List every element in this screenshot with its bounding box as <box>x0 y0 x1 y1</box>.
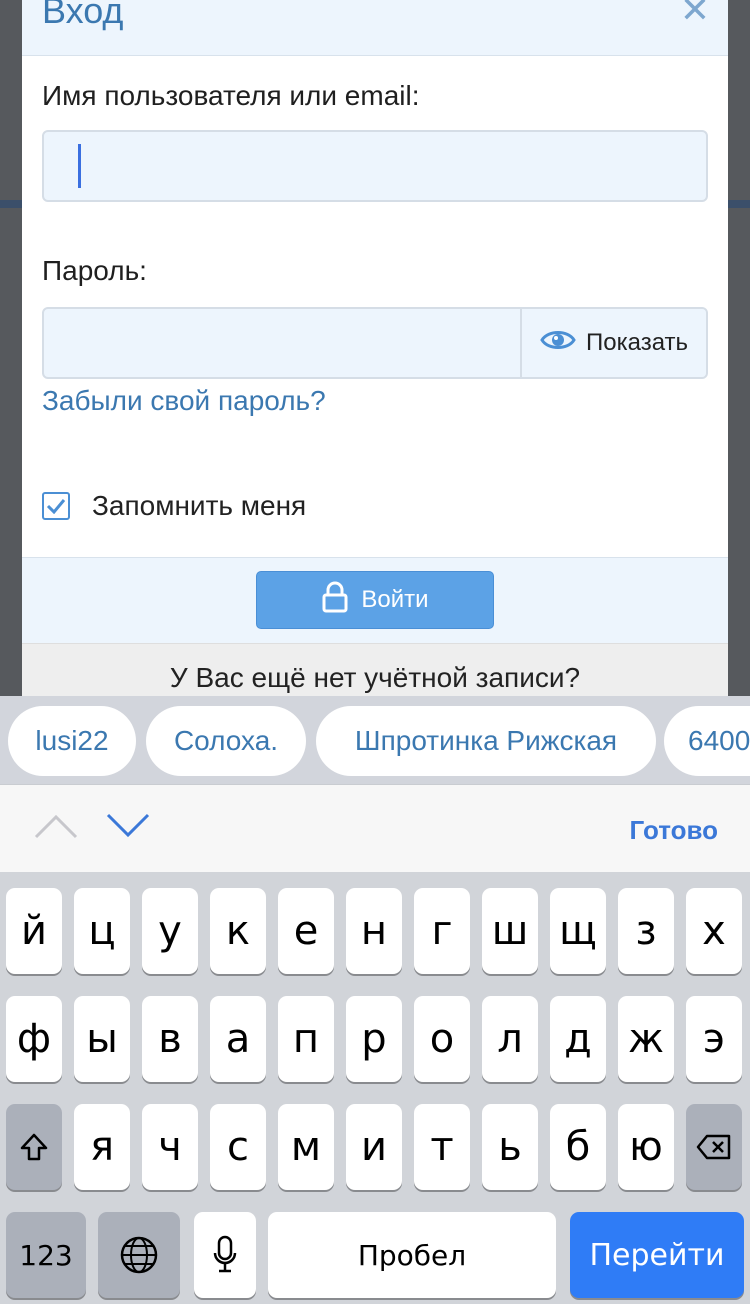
key[interactable]: у <box>142 888 198 974</box>
key[interactable]: ш <box>482 888 538 974</box>
dictation-key[interactable] <box>194 1212 256 1298</box>
checkmark-icon <box>46 499 66 514</box>
key[interactable]: л <box>482 996 538 1082</box>
remember-me-row: Запомнить меня <box>42 490 306 522</box>
chevron-down-icon[interactable] <box>106 811 150 846</box>
username-label: Имя пользователя или email: <box>42 80 420 111</box>
key[interactable]: ц <box>74 888 130 974</box>
ios-keyboard: й ц у к е н г ш щ з х ф ы в а п р о л д … <box>0 872 750 1304</box>
suggestion-chip[interactable]: Шпротинка Рижская <box>316 706 656 776</box>
key[interactable]: ф <box>6 996 62 1082</box>
register-prompt[interactable]: У Вас ещё нет учётной записи? <box>22 643 728 700</box>
key[interactable]: к <box>210 888 266 974</box>
key[interactable]: р <box>346 996 402 1082</box>
show-password-button[interactable]: Показать <box>520 309 706 377</box>
close-icon[interactable]: ✕ <box>680 0 710 30</box>
key[interactable]: п <box>278 996 334 1082</box>
key[interactable]: н <box>346 888 402 974</box>
suggestion-chip[interactable]: lusi22 <box>8 706 136 776</box>
key[interactable]: б <box>550 1104 606 1190</box>
key[interactable]: с <box>210 1104 266 1190</box>
globe-icon <box>120 1236 158 1274</box>
key[interactable]: г <box>414 888 470 974</box>
key[interactable]: и <box>346 1104 402 1190</box>
key[interactable]: я <box>74 1104 130 1190</box>
suggestion-chip[interactable]: 6400 <box>664 706 750 776</box>
key[interactable]: т <box>414 1104 470 1190</box>
show-password-label: Показать <box>585 329 689 356</box>
key[interactable]: м <box>278 1104 334 1190</box>
shift-icon <box>20 1133 48 1161</box>
globe-key[interactable] <box>98 1212 180 1298</box>
microphone-icon <box>213 1235 237 1273</box>
key[interactable]: й <box>6 888 62 974</box>
modal-header: Вход ✕ <box>22 0 728 56</box>
chevron-up-icon[interactable] <box>34 811 78 846</box>
lock-icon <box>321 581 349 620</box>
suggestion-chip[interactable]: Солоха. <box>146 706 306 776</box>
key[interactable]: ж <box>618 996 674 1082</box>
remember-me-checkbox[interactable] <box>42 492 70 520</box>
key[interactable]: а <box>210 996 266 1082</box>
key[interactable]: щ <box>550 888 606 974</box>
numbers-key[interactable]: 123 <box>6 1212 86 1298</box>
autofill-suggestion-bar: lusi22 Солоха. Шпротинка Рижская 6400 <box>0 696 750 784</box>
key[interactable]: ь <box>482 1104 538 1190</box>
remember-me-label: Запомнить меня <box>92 490 307 521</box>
backdrop-left-edge <box>0 0 22 700</box>
key[interactable]: в <box>142 996 198 1082</box>
username-input[interactable] <box>42 130 708 202</box>
key[interactable]: х <box>686 888 742 974</box>
key[interactable]: э <box>686 996 742 1082</box>
password-field-group: Показать <box>42 307 708 379</box>
key[interactable]: ю <box>618 1104 674 1190</box>
backspace-icon <box>696 1134 731 1160</box>
login-button[interactable]: Войти <box>256 571 494 629</box>
key[interactable]: ч <box>142 1104 198 1190</box>
done-button[interactable]: Готово <box>630 815 718 846</box>
password-label: Пароль: <box>42 255 147 286</box>
forgot-password-link[interactable]: Забыли свой пароль? <box>42 385 326 417</box>
eye-icon <box>540 328 576 359</box>
go-key[interactable]: Перейти <box>570 1212 744 1298</box>
modal-title: Вход <box>42 0 124 31</box>
space-key[interactable]: Пробел <box>268 1212 556 1298</box>
backspace-key[interactable] <box>686 1104 742 1190</box>
key[interactable]: ы <box>74 996 130 1082</box>
password-input[interactable] <box>44 309 522 377</box>
text-caret <box>78 144 81 188</box>
key[interactable]: з <box>618 888 674 974</box>
keyboard-accessory-bar: Готово <box>0 784 750 872</box>
login-modal: Вход ✕ Имя пользователя или email: Парол… <box>22 0 728 700</box>
key[interactable]: д <box>550 996 606 1082</box>
modal-footer: Войти <box>22 557 728 643</box>
key[interactable]: о <box>414 996 470 1082</box>
key[interactable]: е <box>278 888 334 974</box>
backdrop-right-edge <box>728 0 750 700</box>
login-button-label: Войти <box>361 586 429 613</box>
shift-key[interactable] <box>6 1104 62 1190</box>
